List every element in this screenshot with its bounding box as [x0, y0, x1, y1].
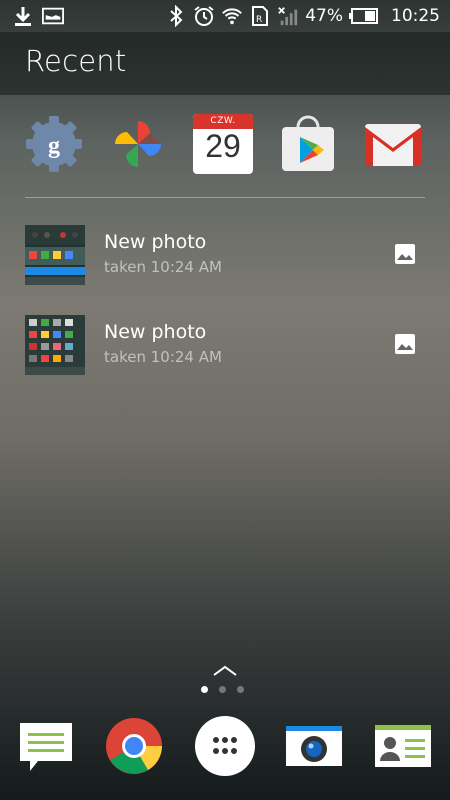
wifi-icon	[221, 5, 243, 27]
divider	[25, 197, 425, 198]
messages-icon	[20, 723, 72, 771]
camera-icon	[286, 726, 342, 766]
dock-messages[interactable]	[14, 712, 78, 780]
recent-photo-item[interactable]: New photo taken 10:24 AM	[0, 225, 450, 295]
calendar-day: 29	[205, 128, 241, 164]
app-calendar[interactable]: CZW. 29	[191, 112, 255, 176]
photo-thumbnail	[25, 315, 85, 375]
image-icon[interactable]	[393, 242, 417, 266]
item-subtitle: taken 10:24 AM	[104, 258, 222, 276]
chrome-icon	[106, 718, 162, 774]
svg-text:g: g	[48, 133, 60, 159]
item-title: New photo	[104, 231, 207, 253]
play-store-icon	[282, 115, 334, 171]
battery-percent: 47%	[305, 6, 343, 26]
dock-contacts[interactable]	[371, 712, 435, 780]
page-dot-active	[201, 686, 208, 693]
status-bar: R 47% 10:25	[0, 0, 450, 32]
gmail-icon	[365, 124, 421, 166]
calendar-month: CZW.	[193, 114, 253, 129]
dock-app-drawer[interactable]	[193, 712, 257, 780]
app-google-settings[interactable]: g	[22, 112, 86, 176]
page-dot	[219, 686, 226, 693]
dock-camera[interactable]	[282, 712, 346, 780]
page-title: Recent	[25, 44, 127, 78]
page-indicator	[201, 686, 244, 693]
recent-header: Recent	[0, 32, 450, 95]
item-subtitle: taken 10:24 AM	[104, 348, 222, 366]
recent-apps-row: g CZW. 29	[0, 112, 450, 184]
battery-icon	[349, 5, 379, 27]
download-icon	[12, 5, 34, 27]
item-title: New photo	[104, 321, 207, 343]
app-play-store[interactable]	[276, 112, 340, 176]
recent-photo-item[interactable]: New photo taken 10:24 AM	[0, 315, 450, 385]
svg-text:R: R	[256, 15, 262, 25]
alarm-icon	[193, 5, 215, 27]
app-gmail[interactable]	[361, 112, 425, 176]
bluetooth-icon	[165, 5, 187, 27]
chevron-up-icon[interactable]	[212, 662, 238, 676]
google-photos-icon	[115, 121, 161, 167]
calendar-icon: CZW. 29	[193, 114, 253, 174]
app-drawer-icon	[195, 716, 255, 776]
page-dot	[237, 686, 244, 693]
photo-thumbnail	[25, 225, 85, 285]
dock	[0, 712, 450, 792]
clock: 10:25	[391, 6, 440, 26]
no-signal-icon	[277, 5, 299, 27]
sim-icon: R	[249, 5, 271, 27]
contacts-icon	[375, 725, 431, 767]
app-google-photos[interactable]	[106, 112, 170, 176]
dock-chrome[interactable]	[102, 712, 166, 780]
image-notification-icon	[42, 5, 64, 27]
google-settings-icon: g	[26, 116, 82, 172]
image-icon[interactable]	[393, 332, 417, 356]
